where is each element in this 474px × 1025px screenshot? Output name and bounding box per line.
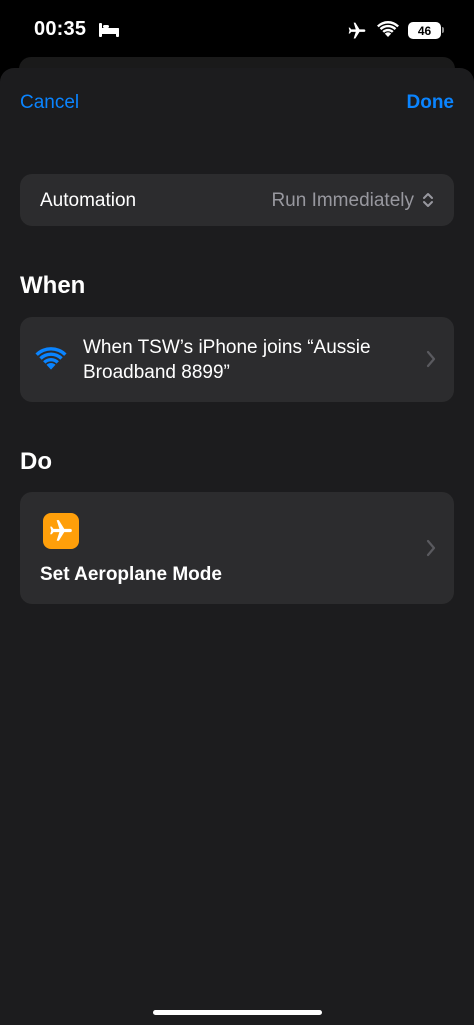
chevron-up-down-icon (422, 191, 434, 214)
do-heading: Do (20, 448, 52, 475)
when-trigger-row[interactable]: When TSW’s iPhone joins “Aussie Broadban… (20, 317, 454, 402)
cancel-button[interactable]: Cancel (20, 92, 79, 114)
do-action-row[interactable]: Set Aeroplane Mode (20, 492, 454, 604)
automation-row[interactable]: Automation Run Immediately (20, 174, 454, 226)
status-bar: 00:35 46 (0, 0, 474, 58)
chevron-right-icon (426, 539, 436, 562)
when-trigger-line-2: Broadband 8899” (83, 362, 230, 383)
wifi-icon (377, 21, 399, 43)
chevron-right-icon (426, 350, 436, 373)
airplane-icon (346, 21, 368, 46)
when-trigger-text: When TSW’s iPhone joins “Aussie Broadban… (83, 335, 413, 385)
when-heading: When (20, 272, 86, 299)
battery-icon: 46 (408, 22, 441, 39)
airplane-icon (43, 513, 79, 549)
battery-tip (442, 27, 444, 33)
automation-value[interactable]: Run Immediately (271, 190, 414, 212)
status-time: 00:35 (34, 18, 87, 40)
action-label: Set Aeroplane Mode (40, 564, 222, 585)
when-trigger-line-1: When TSW’s iPhone joins “Aussie (83, 337, 371, 358)
home-indicator[interactable] (153, 1010, 322, 1015)
wifi-icon (35, 347, 67, 376)
done-button[interactable]: Done (407, 92, 455, 114)
bed-icon (98, 22, 120, 43)
automation-label: Automation (40, 190, 137, 211)
